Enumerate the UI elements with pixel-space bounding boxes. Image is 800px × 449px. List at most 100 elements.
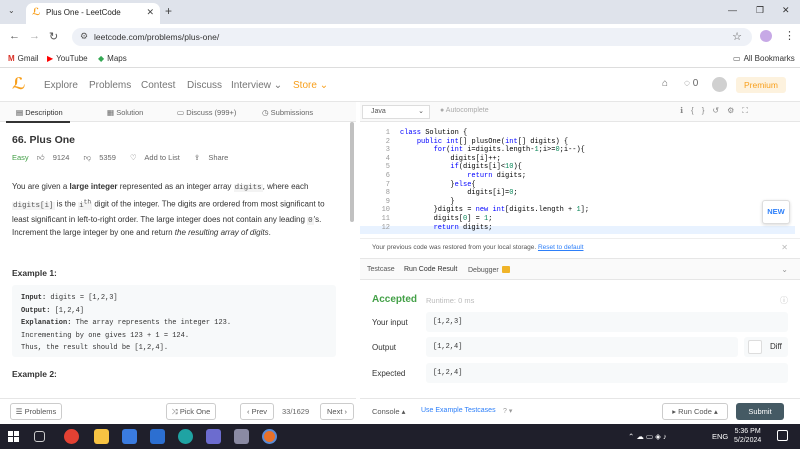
next-button[interactable]: Next ›: [320, 403, 354, 420]
console-button[interactable]: Console ▴: [372, 407, 405, 416]
chrome-icon[interactable]: [64, 429, 79, 444]
nav-problems[interactable]: Problems: [89, 80, 131, 91]
app-icon[interactable]: [206, 429, 221, 444]
input-language[interactable]: ENG: [712, 432, 728, 441]
play-icon: ▸: [672, 407, 677, 416]
premium-button[interactable]: Premium: [736, 77, 786, 93]
info-icon[interactable]: ⓘ: [780, 295, 788, 306]
store-icon[interactable]: [122, 429, 137, 444]
task-view-icon[interactable]: [34, 431, 45, 442]
nav-interview[interactable]: Interview ⌄: [231, 80, 282, 91]
reset-icon[interactable]: ↺: [712, 106, 727, 115]
info-icon[interactable]: ℹ: [680, 106, 691, 115]
restore-window-icon[interactable]: ❐: [756, 5, 764, 16]
line-number: 5: [385, 163, 390, 172]
all-bookmarks[interactable]: ▭ All Bookmarks: [733, 54, 795, 63]
nav-explore[interactable]: Explore: [44, 80, 78, 91]
bookmark-star-icon[interactable]: ☆: [732, 30, 742, 43]
notebook-icon[interactable]: ⌂: [662, 78, 668, 89]
discuss-icon: ▭: [177, 108, 185, 117]
nav-contest[interactable]: Contest: [141, 80, 175, 91]
nav-store[interactable]: Store ⌄: [293, 80, 328, 91]
line-number: 7: [385, 180, 390, 189]
edge-icon[interactable]: [178, 429, 193, 444]
bookmark-maps[interactable]: ◆ Maps: [98, 54, 127, 63]
gmail-icon: M: [8, 54, 15, 63]
runtime-text: Runtime: 0 ms: [426, 296, 475, 305]
new-feature-badge[interactable]: NEW: [762, 200, 790, 224]
url-text[interactable]: leetcode.com/problems/plus-one/: [94, 32, 219, 42]
example-1-title: Example 1:: [12, 268, 57, 278]
code-editor[interactable]: 1 2 3 4 5 6 7 8 9 10 11 12 class Solution { public …: [360, 122, 795, 234]
back-icon[interactable]: ←: [9, 30, 20, 42]
leetcode-logo-icon[interactable]: ℒ: [12, 77, 26, 93]
braces-icon[interactable]: {}: [691, 106, 712, 115]
windows-start-icon[interactable]: [8, 431, 19, 442]
app-icon[interactable]: [234, 429, 249, 444]
run-code-button[interactable]: ▸ Run Code ▴: [662, 403, 728, 420]
line-number: 1: [385, 129, 390, 137]
bookmark-youtube[interactable]: ▶ YouTube: [47, 54, 88, 63]
fullscreen-icon[interactable]: ⛶: [742, 106, 756, 115]
like-button[interactable]: 👍︎ 9124: [37, 153, 76, 162]
minimize-icon[interactable]: —: [728, 5, 737, 15]
share-button[interactable]: ⇪ Share: [194, 153, 234, 162]
prev-button[interactable]: ‹ Prev: [240, 403, 274, 420]
chrome-active-icon[interactable]: [262, 429, 277, 444]
settings-icon[interactable]: ⚙: [727, 106, 742, 115]
add-to-list-button[interactable]: ♡ Add to List: [130, 153, 186, 162]
reload-icon[interactable]: ↻: [49, 30, 58, 43]
bookmark-gmail[interactable]: M Gmail: [8, 54, 39, 63]
tab-debugger[interactable]: Debugger: [468, 266, 510, 274]
tab-search-icon[interactable]: ⌄: [8, 6, 20, 18]
omnibox[interactable]: ⚙ leetcode.com/problems/plus-one/ ☆: [72, 28, 752, 46]
chevron-down-icon: ⌄: [418, 108, 424, 115]
browser-menu-icon[interactable]: ⋮: [784, 29, 795, 42]
code-content[interactable]: class Solution { public int[] plusOne(in…: [400, 129, 589, 232]
user-avatar[interactable]: [712, 77, 727, 92]
close-icon[interactable]: ✕: [781, 243, 788, 252]
language-select[interactable]: Java ⌄: [362, 105, 430, 119]
tab-discuss[interactable]: ▭ Discuss (999+): [177, 108, 236, 117]
browser-tab[interactable]: ℒ Plus One - LeetCode ✕: [26, 3, 160, 24]
chevron-down-icon[interactable]: ⌄: [781, 265, 788, 274]
share-icon: ⇪: [193, 153, 201, 162]
problems-list-button[interactable]: ☰ Problems: [10, 403, 62, 420]
mail-icon[interactable]: [150, 429, 165, 444]
tab-run-code-result[interactable]: Run Code Result: [404, 266, 457, 273]
tab-submissions[interactable]: ◷ Submissions: [262, 108, 313, 117]
diff-toggle[interactable]: Diff: [744, 337, 788, 357]
problem-tabs: ▤ Description ▦ Solution ▭ Discuss (999+…: [0, 102, 356, 123]
browser-tab-bar: ⌄ ℒ Plus One - LeetCode ✕ + — ❐ ✕: [0, 0, 800, 24]
forward-icon[interactable]: →: [29, 30, 40, 42]
new-tab-icon[interactable]: +: [165, 4, 172, 18]
tab-description[interactable]: ▤ Description: [16, 108, 63, 117]
toggle-switch[interactable]: [748, 340, 762, 354]
site-info-icon[interactable]: ⚙: [80, 31, 88, 42]
problem-description: 66. Plus One Easy 👍︎ 9124 👎︎ 5359 ♡ Add …: [0, 122, 350, 398]
tray-icons[interactable]: ⌃ ☁ ▭ ◈ ♪: [628, 432, 667, 441]
tab-solution[interactable]: ▦ Solution: [107, 108, 143, 117]
problem-title: 66. Plus One: [12, 134, 76, 146]
line-number: 11: [381, 214, 390, 223]
notification-center-icon[interactable]: [777, 430, 788, 441]
description-scrollbar[interactable]: [350, 122, 354, 222]
autocomplete-toggle[interactable]: ● Autocomplete: [440, 107, 489, 114]
leetcode-nav: ℒ Explore Problems Contest Discuss Inter…: [0, 68, 800, 102]
reset-to-default-link[interactable]: Reset to default: [538, 244, 584, 251]
file-explorer-icon[interactable]: [94, 429, 109, 444]
dislike-button[interactable]: 👎︎ 5359: [84, 153, 122, 162]
close-window-icon[interactable]: ✕: [782, 5, 790, 16]
help-icon[interactable]: ? ▾: [503, 407, 512, 415]
notification-icon[interactable]: ◌ 0: [684, 78, 698, 89]
close-tab-icon[interactable]: ✕: [146, 7, 154, 18]
pick-one-button[interactable]: ⤨ Pick One: [166, 403, 216, 420]
profile-avatar-icon[interactable]: [760, 30, 772, 42]
submit-button[interactable]: Submit: [736, 403, 784, 420]
output-label: Output: [372, 343, 397, 352]
nav-discuss[interactable]: Discuss: [187, 80, 222, 91]
run-code-result: Accepted Runtime: 0 ms ⓘ Your input [1,2…: [360, 280, 800, 398]
system-clock[interactable]: 5:36 PM 5/2/2024: [734, 427, 761, 445]
use-example-testcases-link[interactable]: Use Example Testcases: [421, 407, 496, 414]
tab-testcase[interactable]: Testcase: [367, 266, 395, 273]
